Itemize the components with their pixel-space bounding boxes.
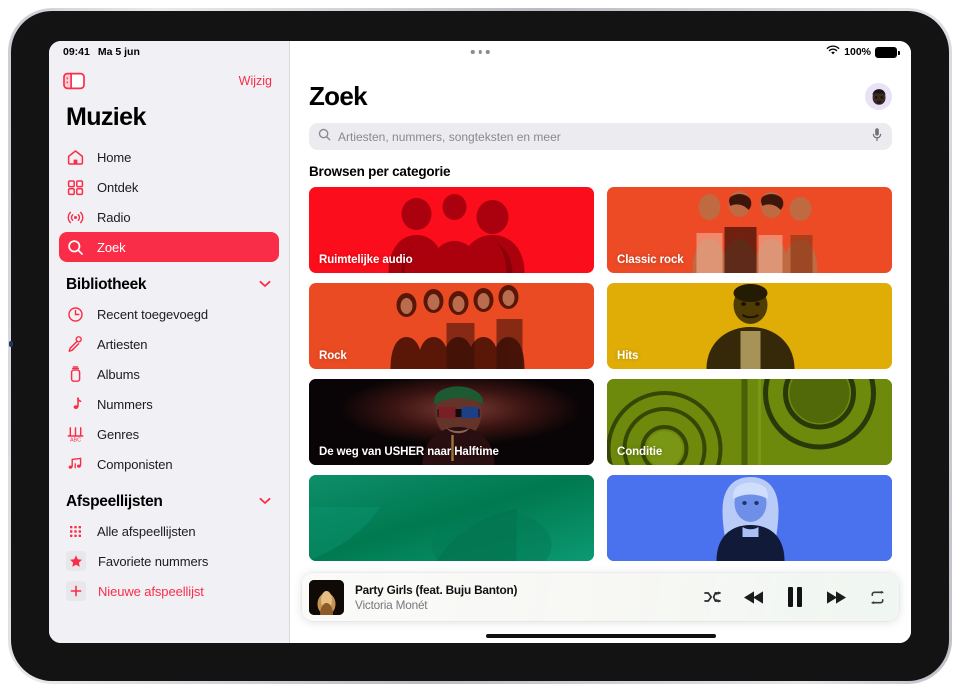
track-title: Party Girls (feat. Buju Banton) <box>355 582 518 597</box>
home-indicator[interactable] <box>485 634 716 638</box>
tile-label: De weg van USHER naar Halftime <box>319 446 499 458</box>
category-tile[interactable] <box>607 475 892 561</box>
sidebar-item-nummers[interactable]: Nummers <box>59 389 279 419</box>
sidebar-item-componisten[interactable]: Componisten <box>59 449 279 479</box>
category-tile[interactable]: Hits <box>607 283 892 369</box>
browse-heading: Browsen per categorie <box>309 164 451 179</box>
tile-label: Rock <box>319 350 347 362</box>
quintet-portrait-art <box>309 283 594 369</box>
solo-portrait-art <box>607 283 892 369</box>
tile-label: Conditie <box>617 446 663 458</box>
clock-icon <box>66 305 85 324</box>
sidebar-item-label: Nummers <box>97 396 153 412</box>
player-controls <box>704 587 886 607</box>
section-header-bibliotheek[interactable]: Bibliotheek <box>66 276 271 294</box>
plus-icon <box>66 581 86 601</box>
tile-label: Classic rock <box>617 254 684 266</box>
side-button[interactable] <box>9 341 13 347</box>
repeat-button[interactable] <box>869 590 886 605</box>
search-input[interactable] <box>338 129 864 144</box>
sidebar-item-home[interactable]: Home <box>59 142 279 172</box>
search-icon <box>66 238 85 257</box>
sidebar-item-label: Favoriete nummers <box>98 553 209 569</box>
next-button[interactable] <box>825 590 847 605</box>
microphone-icon[interactable] <box>871 127 883 147</box>
now-playing-meta: Party Girls (feat. Buju Banton) Victoria… <box>355 583 517 612</box>
album-stack-icon <box>66 365 85 384</box>
blonde-portrait-art <box>607 475 892 561</box>
now-playing-bar[interactable]: Party Girls (feat. Buju Banton) Victoria… <box>302 573 899 621</box>
microphone-icon <box>66 335 85 354</box>
sidebar-item-label: Genres <box>97 426 140 442</box>
teal-gradient-art <box>309 475 594 561</box>
chevron-down-icon[interactable] <box>259 496 271 508</box>
genres-icon: ABC <box>66 425 85 444</box>
section-header-afspeellijsten[interactable]: Afspeellijsten <box>66 493 271 511</box>
grid-squares-icon <box>66 178 85 197</box>
music-note-icon <box>66 395 85 414</box>
edit-button[interactable]: Wijzig <box>239 74 272 88</box>
shuffle-button[interactable] <box>704 590 721 604</box>
category-tile[interactable]: Ruimtelijke audio <box>309 187 594 273</box>
section-title: Bibliotheek <box>66 276 147 293</box>
sidebar-item-label: Ontdek <box>97 179 139 195</box>
sidebar-item-label: Albums <box>97 366 140 382</box>
house-icon <box>66 148 85 167</box>
category-tile[interactable]: De weg van USHER naar Halftime <box>309 379 594 465</box>
sidebar-item-albums[interactable]: Albums <box>59 359 279 389</box>
svg-text:ABC: ABC <box>70 437 81 443</box>
sidebar-item-label: Home <box>97 149 132 165</box>
sidebar-item-recent-toegevoegd[interactable]: Recent toegevoegd <box>59 299 279 329</box>
track-artist: Victoria Monét <box>355 597 428 612</box>
sidebar-item-label: Radio <box>97 209 131 225</box>
sidebar-item-zoek[interactable]: Zoek <box>59 232 279 262</box>
device-bezel: 09:41 Ma 5 jun 100% Wijzig Muziek Home O… <box>9 11 949 681</box>
sidebar-item-label: Zoek <box>97 239 126 255</box>
main-content: Zoek Artiesten, nummers, songteksten en … <box>290 41 911 643</box>
sidebar-header: Wijzig <box>49 63 289 99</box>
sidebar-item-label: Alle afspeellijsten <box>97 523 196 539</box>
tile-label: Hits <box>617 350 639 362</box>
avatar[interactable] <box>865 83 892 110</box>
category-tile-grid: Ruimtelijke audio Classic rock Rock Hits… <box>309 187 892 561</box>
search-icon <box>318 128 331 146</box>
sidebar-item-artiesten[interactable]: Artiesten <box>59 329 279 359</box>
ipad-screen: 09:41 Ma 5 jun 100% Wijzig Muziek Home O… <box>49 41 911 643</box>
search-bar[interactable] <box>309 123 892 150</box>
previous-button[interactable] <box>743 590 765 605</box>
star-icon <box>66 551 86 571</box>
sidebar-item-label: Nieuwe afspeellijst <box>98 583 204 599</box>
sidebar-item-label: Recent toegevoegd <box>97 306 209 322</box>
page-title: Zoek <box>309 81 368 111</box>
sidebar-item-favoriete-nummers[interactable]: Favoriete nummers <box>59 546 279 576</box>
sidebar-item-label: Artiesten <box>97 336 148 352</box>
album-artwork[interactable] <box>309 579 344 615</box>
main-header: Zoek <box>290 63 911 112</box>
sidebar-title: Muziek <box>66 103 146 131</box>
sidebar-item-ontdek[interactable]: Ontdek <box>59 172 279 202</box>
category-tile[interactable]: Conditie <box>607 379 892 465</box>
ipad-device-frame: 09:41 Ma 5 jun 100% Wijzig Muziek Home O… <box>8 8 952 684</box>
sidebar-item-alle-afspeellijsten[interactable]: Alle afspeellijsten <box>59 516 279 546</box>
double-music-note-icon <box>66 455 85 474</box>
chevron-down-icon[interactable] <box>259 279 271 291</box>
category-tile[interactable]: Rock <box>309 283 594 369</box>
category-tile[interactable] <box>309 475 594 561</box>
sidebar-item-genres[interactable]: ABC Genres <box>59 419 279 449</box>
pause-button[interactable] <box>787 587 803 607</box>
section-title: Afspeellijsten <box>66 493 163 510</box>
category-tile[interactable]: Classic rock <box>607 187 892 273</box>
tile-label: Ruimtelijke audio <box>319 254 413 266</box>
sidebar-item-radio[interactable]: Radio <box>59 202 279 232</box>
playlist-grid-icon <box>66 522 85 541</box>
sidebar: Wijzig Muziek Home Ontdek Radio Zoek Bib… <box>49 41 290 643</box>
sidebar-item-nieuwe-afspeellijst[interactable]: Nieuwe afspeellijst <box>59 576 279 606</box>
radio-waves-icon <box>66 208 85 227</box>
sidebar-item-label: Componisten <box>97 456 173 472</box>
sidebar-toggle-icon[interactable] <box>63 72 85 90</box>
